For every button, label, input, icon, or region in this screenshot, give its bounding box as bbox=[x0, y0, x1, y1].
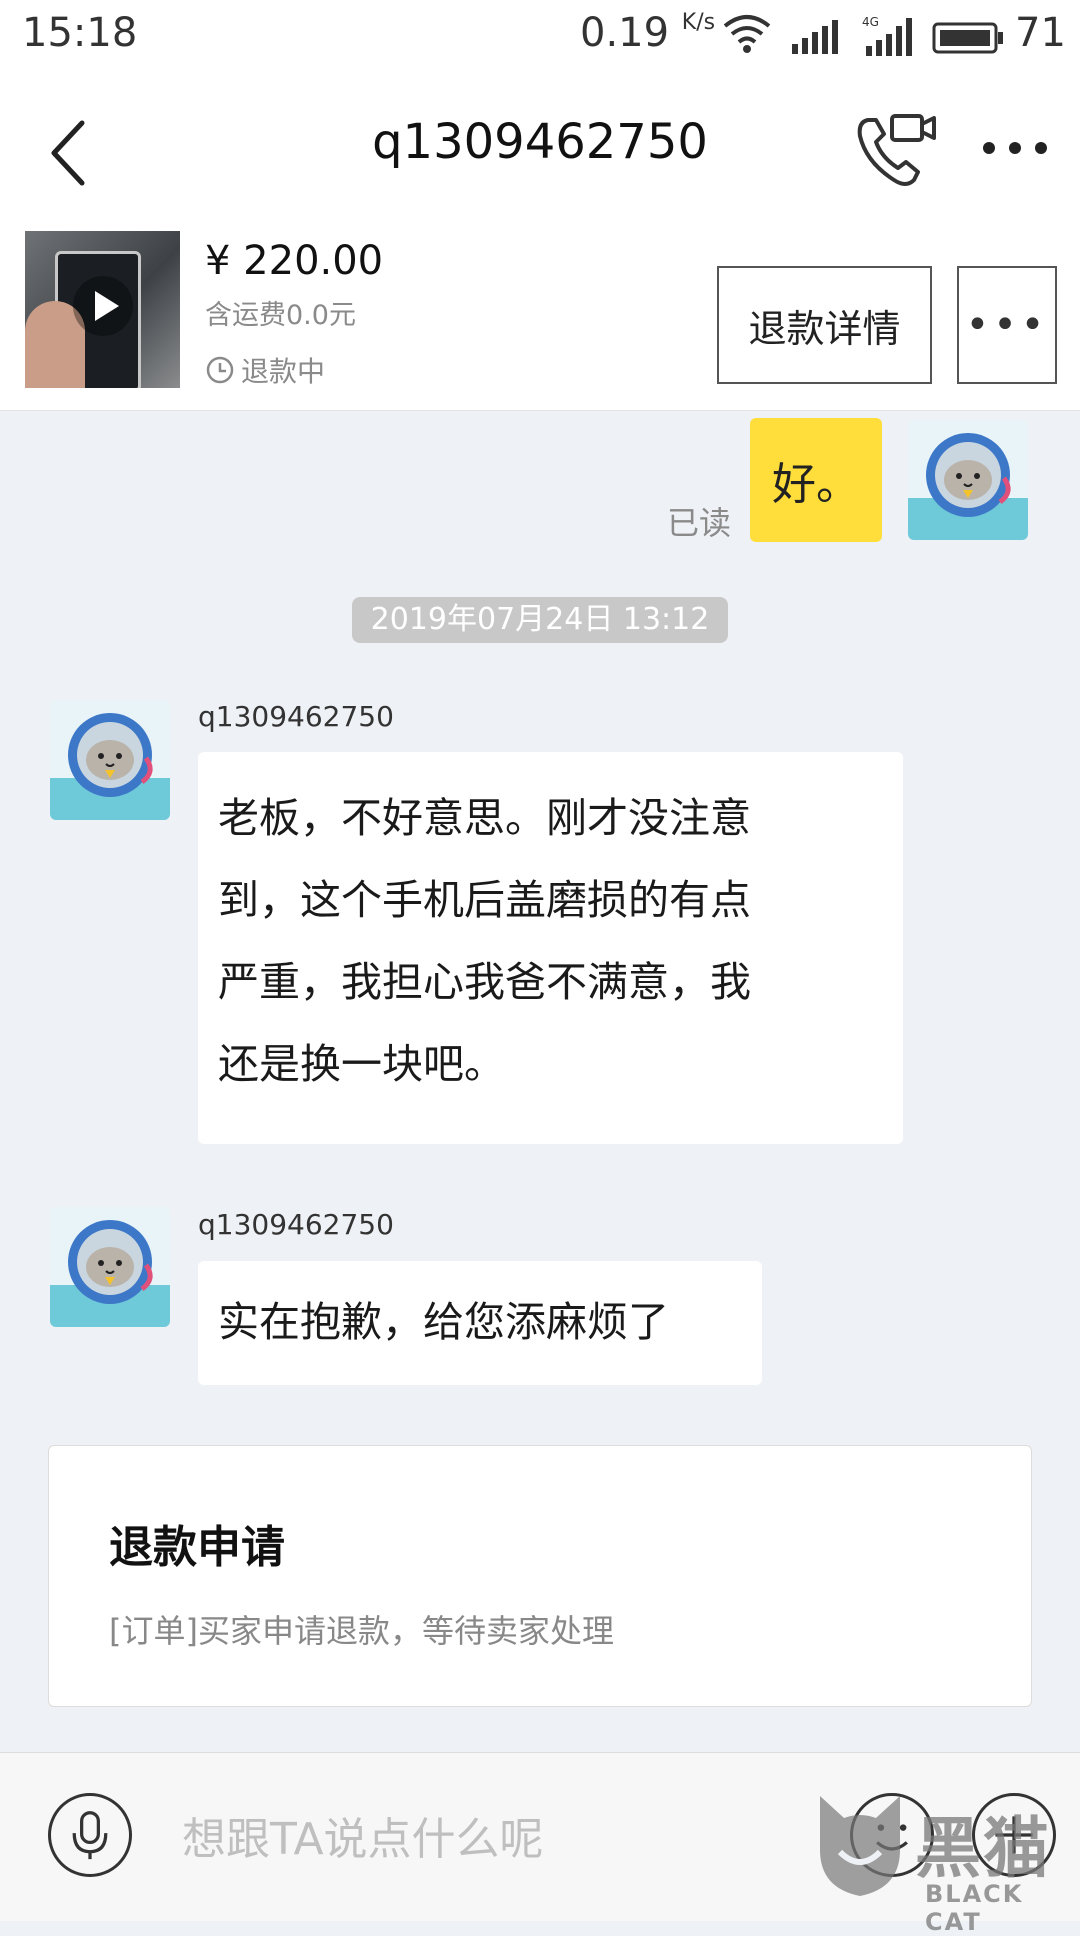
black-cat-logo-icon bbox=[820, 1796, 900, 1896]
timestamp-divider: 2019年07月24日 13:12 bbox=[352, 597, 728, 643]
my-avatar[interactable] bbox=[908, 420, 1028, 540]
clock-icon bbox=[206, 356, 234, 384]
call-video-button[interactable] bbox=[848, 106, 948, 196]
battery-level: 71 bbox=[1015, 10, 1066, 56]
network-speed: 0.19 K/s bbox=[580, 10, 715, 56]
watermark-subtext: BLACK CAT bbox=[925, 1880, 1024, 1936]
status-bar: 15:18 0.19 K/s 4G 71 bbox=[0, 0, 1080, 78]
network-speed-value: 0.19 bbox=[580, 10, 670, 56]
watermark-text: 黑猫 bbox=[915, 1810, 1051, 1887]
refund-request-card[interactable]: 退款申请 [订单]买家申请退款，等待卖家处理 bbox=[48, 1445, 1032, 1707]
more-options-icon[interactable] bbox=[975, 118, 1055, 178]
message-line: 还是换一块吧。 bbox=[218, 1040, 505, 1088]
battery-icon bbox=[932, 22, 1003, 54]
read-status: 已读 bbox=[667, 504, 732, 542]
back-button[interactable] bbox=[40, 113, 100, 193]
network-type-label: 4G bbox=[862, 15, 879, 29]
message-input[interactable] bbox=[180, 1798, 784, 1880]
product-bar: ¥ 220.00 含运费0.0元 退款中 退款详情 ••• bbox=[0, 228, 1080, 411]
message-line: 老板，不好意思。刚才没注意 bbox=[218, 794, 751, 842]
contact-avatar[interactable] bbox=[50, 700, 170, 820]
my-message-bubble[interactable]: 好。 bbox=[750, 418, 882, 542]
status-time: 15:18 bbox=[22, 10, 138, 56]
refund-detail-button[interactable]: 退款详情 bbox=[717, 266, 932, 384]
contact-avatar[interactable] bbox=[50, 1207, 170, 1327]
wifi-icon bbox=[723, 15, 771, 53]
product-thumbnail[interactable] bbox=[25, 231, 180, 388]
signal-4g-icon: 4G bbox=[862, 15, 912, 56]
network-speed-unit: K/s bbox=[681, 10, 716, 35]
sender-name: q1309462750 bbox=[198, 700, 394, 733]
contact-message-bubble[interactable]: 老板，不好意思。刚才没注意 到，这个手机后盖磨损的有点 严重，我担心我爸不满意，… bbox=[198, 752, 903, 1144]
chat-header: q1309462750 bbox=[0, 78, 1080, 228]
microphone-button[interactable] bbox=[48, 1793, 132, 1877]
message-line: 严重，我担心我爸不满意，我 bbox=[218, 958, 751, 1006]
product-more-button[interactable]: ••• bbox=[957, 266, 1057, 384]
product-price: ¥ 220.00 bbox=[205, 238, 384, 284]
page-title: q1309462750 bbox=[372, 114, 708, 170]
shipping-fee: 含运费0.0元 bbox=[205, 300, 356, 331]
message-line: 到，这个手机后盖磨损的有点 bbox=[218, 876, 751, 924]
sender-name: q1309462750 bbox=[198, 1208, 394, 1241]
order-status: 退款中 bbox=[241, 355, 326, 388]
play-icon bbox=[73, 276, 133, 336]
card-title: 退款申请 bbox=[109, 1522, 285, 1573]
signal-icon bbox=[792, 20, 838, 54]
card-description: [订单]买家申请退款，等待卖家处理 bbox=[109, 1612, 614, 1650]
contact-message-bubble[interactable]: 实在抱歉，给您添麻烦了 bbox=[198, 1261, 762, 1385]
